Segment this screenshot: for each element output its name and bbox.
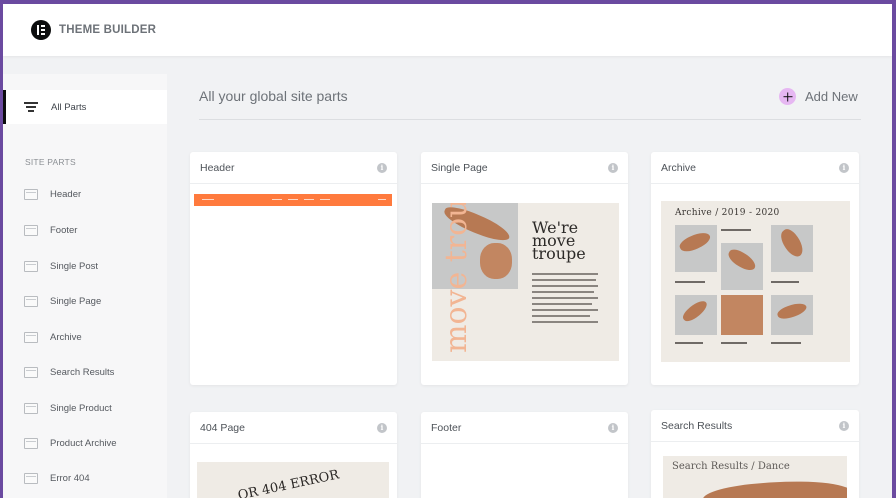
search-results-icon [24,366,38,378]
single-page-icon [24,295,38,307]
footer-layout-icon [24,224,38,236]
single-page-thumbnail: move troupe We're move troupe [432,203,619,361]
sidebar-item-archive[interactable]: Archive [24,327,82,347]
sidebar-item-error-404[interactable]: Error 404 [24,468,90,488]
product-archive-icon [24,437,38,449]
info-icon[interactable]: i [377,162,387,173]
card-title: Single Page [431,161,488,174]
page-title: All your global site parts [199,88,348,104]
top-bar: THEME BUILDER [3,4,892,56]
site-part-card-404-page[interactable]: 404 Page i OR 404 ERROR [190,412,397,498]
sidebar-item-label: Product Archive [50,437,117,449]
info-icon[interactable]: i [608,162,618,173]
sidebar-item-single-post[interactable]: Single Post [24,256,98,276]
sidebar-item-label: Header [50,188,82,200]
single-page-headline: We're move troupe [532,218,586,263]
sidebar-item-footer[interactable]: Footer [24,220,77,240]
sidebar-item-label: Search Results [50,366,115,378]
card-title: Search Results [661,419,733,432]
info-icon[interactable]: i [608,422,618,433]
sidebar-item-single-page[interactable]: Single Page [24,291,101,311]
card-header: Archive i [651,152,859,184]
card-title: Footer [431,421,462,434]
sidebar-item-product-archive[interactable]: Product Archive [24,433,117,453]
card-header: Single Page i [421,152,628,184]
card-header: 404 Page i [190,412,397,444]
app-title: THEME BUILDER [59,24,157,36]
card-title: 404 Page [200,421,245,434]
sidebar-item-single-product[interactable]: Single Product [24,398,112,418]
archive-heading: Archive / 2019 - 2020 [675,208,780,218]
info-icon[interactable]: i [839,162,849,173]
sidebar: All Parts SITE PARTS Header Footer Singl… [3,74,167,498]
info-icon[interactable]: i [839,420,849,431]
archive-icon [24,331,38,343]
site-part-card-archive[interactable]: Archive i Archive / 2019 - 2020 [651,152,859,385]
sidebar-item-header[interactable]: Header [24,184,81,204]
site-part-card-footer[interactable]: Footer i [421,412,628,498]
single-post-icon [24,260,38,272]
single-product-icon [24,402,38,414]
elementor-logo-icon [31,20,51,40]
search-results-thumbnail: Search Results / Dance [663,456,847,498]
archive-thumbnail: Archive / 2019 - 2020 [661,201,850,362]
sidebar-item-label: Single Page [50,295,102,307]
card-header: Footer i [421,412,628,444]
add-new-button[interactable]: Add New [779,88,858,105]
card-title: Header [200,161,235,174]
sidebar-item-label: Single Post [50,260,99,272]
theme-builder-window: THEME BUILDER All Parts SITE PARTS Heade… [3,4,892,498]
divider [199,119,861,120]
sidebar-item-all-parts[interactable]: All Parts [3,90,167,124]
sidebar-item-search-results[interactable]: Search Results [24,362,114,382]
site-part-card-header[interactable]: Header i [190,152,397,385]
error-404-thumbnail: OR 404 ERROR [197,462,389,498]
sidebar-item-label: Archive [50,331,82,343]
header-thumbnail [194,194,392,206]
error-404-icon [24,472,38,484]
site-part-card-single-page[interactable]: Single Page i move troupe We're move tro… [421,152,628,385]
card-title: Archive [661,161,697,174]
search-heading: Search Results / Dance [672,461,790,472]
card-header: Header i [190,152,397,184]
info-icon[interactable]: i [377,422,387,433]
site-parts-section-label: SITE PARTS [25,157,76,167]
filter-icon [24,102,38,112]
header-layout-icon [24,188,38,200]
single-page-vertical-text: move troupe [439,203,474,353]
card-header: Search Results i [651,410,859,442]
plus-icon [779,88,796,105]
sidebar-item-label: Error 404 [50,472,90,484]
sidebar-item-label: Single Product [50,402,112,414]
sidebar-item-label: Footer [50,224,78,236]
error-arc-text: OR 404 ERROR [236,467,341,498]
site-part-card-search-results[interactable]: Search Results i Search Results / Dance [651,410,859,498]
all-parts-label: All Parts [51,101,87,113]
add-new-label: Add New [805,89,858,104]
